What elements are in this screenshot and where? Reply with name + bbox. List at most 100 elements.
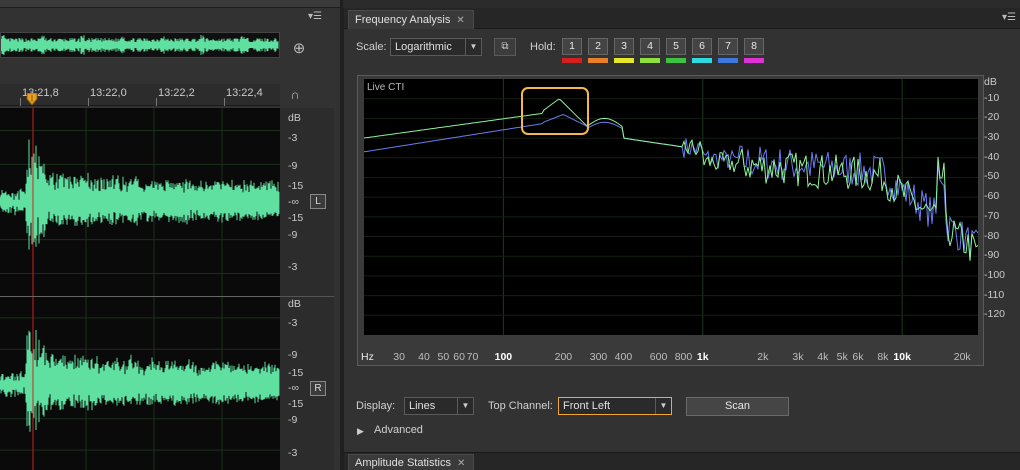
time-ruler[interactable]: 13:21,8 13:22,0 13:22,2 13:22,4	[0, 84, 280, 106]
frequency-graph: Live CTI Hz 30 40 50 60 70 100 200 300 400 600 800…	[357, 75, 1005, 366]
frequency-tick-label: 400	[614, 351, 633, 363]
hold-color-swatch	[640, 58, 660, 63]
channel-right-waveform[interactable]	[0, 296, 280, 470]
playhead-marker-icon[interactable]	[26, 93, 38, 105]
db-tick-label: -80	[984, 229, 1000, 242]
db-tick-label: -70	[984, 209, 1000, 222]
hold-button-1[interactable]: 1	[562, 38, 582, 55]
db-scale-label: -3	[288, 261, 298, 273]
hold-color-swatch	[692, 58, 712, 63]
tab-label: Frequency Analysis	[355, 14, 451, 26]
hold-button-5[interactable]: 5	[666, 38, 686, 55]
db-scale-label: -3	[288, 447, 298, 459]
hold-button-3[interactable]: 3	[614, 38, 634, 55]
overview-waveform-path	[0, 35, 279, 55]
db-scale-label: -3	[288, 317, 298, 329]
scale-dropdown[interactable]: Logarithmic ▼	[390, 38, 482, 56]
close-icon[interactable]: ✕	[457, 458, 465, 469]
db-tick-label: -60	[984, 190, 1000, 203]
annotation-highlight	[521, 87, 589, 135]
frequency-tick-label: 2k	[757, 351, 769, 363]
db-tick-label: -30	[984, 131, 1000, 144]
frequency-tick-label: 20k	[953, 351, 971, 363]
db-tick-label: -50	[984, 170, 1000, 183]
close-icon[interactable]: ✕	[456, 15, 464, 26]
frequency-tick-label: 10k	[893, 351, 911, 363]
ruler-label: 13:22,2	[158, 87, 195, 99]
top-channel-value: Front Left	[563, 400, 611, 412]
db-tick-label: -100	[984, 268, 1006, 281]
top-channel-dropdown[interactable]: Front Left ▼	[558, 397, 672, 415]
frequency-tick-label: 6k	[852, 351, 864, 363]
frequency-tick-label: 200	[554, 351, 573, 363]
hold-color-swatch	[614, 58, 634, 63]
frequency-tick-label: 800	[674, 351, 693, 363]
frequency-tick-label: 1k	[696, 351, 709, 363]
scale-label: Scale:	[356, 41, 387, 53]
db-tick-label: dB	[984, 75, 997, 88]
hold-button-4[interactable]: 4	[640, 38, 660, 55]
hold-color-swatch	[562, 58, 582, 63]
tab-label: Amplitude Statistics	[355, 457, 451, 469]
frequency-tick-label: 40	[418, 351, 430, 363]
db-scale-label: dB	[288, 298, 301, 310]
display-dropdown[interactable]: Lines ▼	[404, 397, 474, 415]
db-scale-label: -9	[288, 160, 298, 172]
ruler-tick	[20, 98, 21, 106]
db-tick-label: -110	[984, 288, 1005, 301]
db-scale-label: -9	[288, 349, 298, 361]
tab-bar: Frequency Analysis ✕	[344, 8, 1020, 29]
chevron-down-icon: ▼	[457, 398, 473, 414]
chevron-down-icon: ▼	[655, 398, 671, 414]
db-tick-label: -10	[984, 91, 1000, 104]
ruler-tick	[224, 98, 225, 106]
db-scale-label: -15	[288, 398, 304, 410]
db-scale-left: dB -3 -9 -15 -∞ -15 -9 -3 L	[280, 108, 334, 296]
hold-color-swatch	[588, 58, 608, 63]
scan-button[interactable]: Scan	[686, 397, 789, 416]
hold-button-2[interactable]: 2	[588, 38, 608, 55]
frequency-plot[interactable]: Live CTI	[364, 79, 978, 335]
db-scale-label: -15	[288, 212, 304, 224]
hold-color-swatch	[744, 58, 764, 63]
tab-amplitude-statistics[interactable]: Amplitude Statistics ✕	[348, 454, 475, 470]
waveform-left	[0, 108, 280, 296]
frequency-tick-label: 100	[494, 351, 513, 363]
frequency-tick-label: 5k	[836, 351, 848, 363]
ruler-tick	[88, 98, 89, 106]
advanced-toggle[interactable]: Advanced	[374, 424, 423, 436]
waveform-path	[0, 139, 280, 250]
hz-axis-label: Hz	[361, 351, 374, 363]
chevron-down-icon: ▼	[465, 39, 481, 55]
ruler-tick	[156, 98, 157, 106]
db-scale-label: -3	[288, 132, 298, 144]
panel-menu-icon[interactable]: ▾☰	[306, 10, 324, 24]
frequency-tick-label: 8k	[877, 351, 889, 363]
db-tick-label: -40	[984, 150, 1000, 163]
db-scale-label: dB	[288, 112, 301, 124]
panel-menu-icon[interactable]: ▾☰	[1000, 11, 1018, 25]
frequency-tick-label: 600	[649, 351, 668, 363]
top-channel-label: Top Channel:	[488, 400, 553, 412]
expand-triangle-icon[interactable]: ▶	[357, 426, 364, 437]
frequency-tick-label: 70	[466, 351, 479, 363]
hold-button-6[interactable]: 6	[692, 38, 712, 55]
channel-l-toggle[interactable]: L	[310, 194, 326, 209]
db-scale-label: -∞	[288, 196, 299, 208]
channel-r-toggle[interactable]: R	[310, 381, 326, 396]
waveform-overview[interactable]	[0, 32, 280, 58]
copy-icon[interactable]: ⧉	[494, 38, 516, 56]
frequency-tick-label: 300	[589, 351, 608, 363]
tab-frequency-analysis[interactable]: Frequency Analysis ✕	[348, 10, 474, 29]
db-scale-right: dB -3 -9 -15 -∞ -15 -9 -3 R	[280, 296, 334, 470]
amplitude-statistics-tab-bar: Amplitude Statistics ✕	[343, 452, 1020, 470]
scale-value: Logarithmic	[395, 41, 452, 53]
ruler-label: 13:22,0	[90, 87, 127, 99]
hold-button-7[interactable]: 7	[718, 38, 738, 55]
channel-left-waveform[interactable]	[0, 108, 280, 296]
hold-button-8[interactable]: 8	[744, 38, 764, 55]
magnet-icon[interactable]: ∩	[288, 88, 302, 102]
frequency-tick-label: 3k	[792, 351, 804, 363]
zoom-in-icon[interactable]: ⊕	[290, 40, 308, 58]
waveform-right	[0, 297, 280, 470]
